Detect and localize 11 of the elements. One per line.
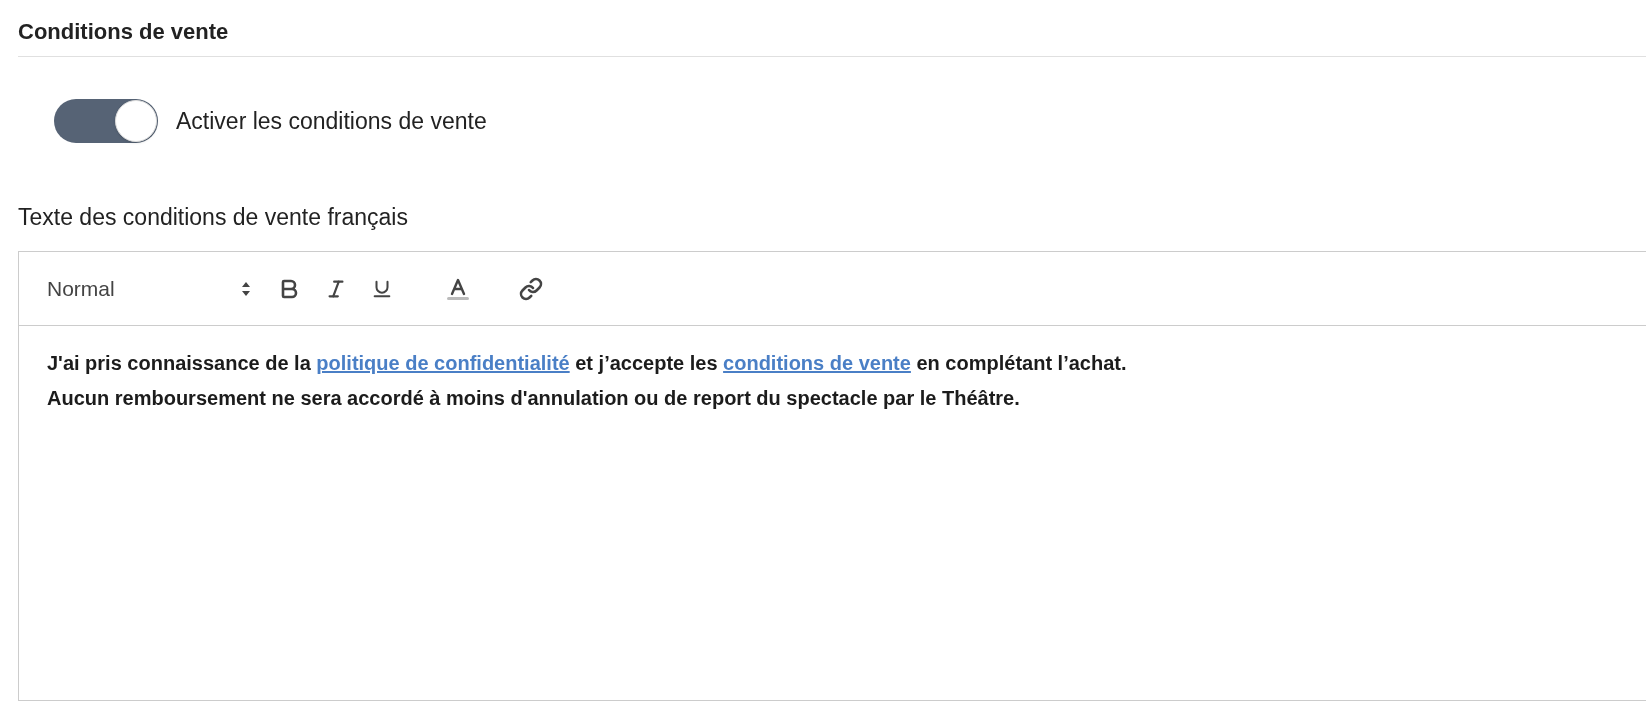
- editor-paragraph: Aucun remboursement ne sera accordé à moins d'annulation ou de report du spectacle par le Théâtre.: [47, 386, 1020, 411]
- link-icon[interactable]: [519, 276, 543, 301]
- editor-paragraph: J'ai pris connaissance de la politique de confidentialité et j’accepte les conditions de vente en complétant l’achat.: [47, 351, 1127, 376]
- field-label: Texte des conditions de vente français: [18, 203, 408, 231]
- text-link[interactable]: politique de confidentialité: [316, 352, 570, 374]
- section-title: Conditions de vente: [18, 18, 229, 46]
- sort-arrows-icon: [241, 280, 251, 297]
- toggle-switch[interactable]: [54, 99, 158, 143]
- format-select[interactable]: Normal: [47, 272, 255, 305]
- text-link[interactable]: conditions de vente: [723, 352, 911, 374]
- toggle-label: Activer les conditions de vente: [176, 106, 487, 136]
